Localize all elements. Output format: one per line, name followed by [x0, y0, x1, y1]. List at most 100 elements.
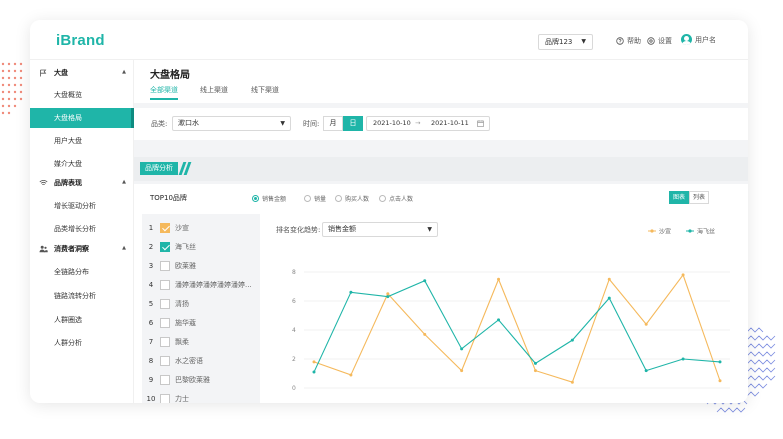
- data-point: [460, 369, 464, 373]
- sidebar-item-overview[interactable]: 大盘概览: [30, 85, 134, 105]
- sidebar-group-insight[interactable]: 消费者洞察 ▲: [30, 239, 134, 259]
- brand-list-item[interactable]: 2 海飞丝: [142, 237, 260, 256]
- legend-label: 沙宣: [659, 228, 671, 236]
- brand-checkbox[interactable]: [160, 260, 170, 271]
- brand-list-item[interactable]: 7 飘柔: [142, 332, 260, 351]
- data-point: [497, 318, 501, 322]
- data-point: [570, 338, 574, 342]
- help-button[interactable]: 帮助: [616, 36, 641, 46]
- brand-list-item[interactable]: 4 潘婷潘婷潘婷潘婷潘婷...: [142, 275, 260, 294]
- sidebar-item-growth-driver[interactable]: 增长驱动分析: [30, 196, 134, 216]
- data-point: [607, 277, 611, 281]
- brand-checkbox[interactable]: [160, 355, 170, 366]
- tab-online-channels[interactable]: 线上渠道: [200, 85, 228, 95]
- brand-select-value: 品牌123: [545, 38, 573, 46]
- metric-radio-clickers[interactable]: 点击人数: [379, 194, 413, 203]
- brand-list-item[interactable]: 3 欧莱雅: [142, 256, 260, 275]
- metric-label: 点击人数: [389, 196, 414, 203]
- date-end: 2021-10-11: [431, 119, 469, 127]
- time-label: 时间:: [303, 120, 320, 128]
- data-point: [718, 360, 722, 364]
- brand-name: 沙宣: [175, 223, 189, 232]
- brand-list-item[interactable]: 6 施华蔻: [142, 313, 260, 332]
- legend-marker: [688, 229, 692, 233]
- data-point: [312, 370, 316, 374]
- sidebar-item-full-link[interactable]: 全链路分布: [30, 262, 134, 282]
- brand-checkbox[interactable]: [160, 374, 170, 385]
- date-range-picker[interactable]: 2021-10-10 → 2021-10-11: [366, 116, 490, 131]
- brand-rank: 9: [148, 375, 154, 384]
- user-name: 用户名: [695, 35, 716, 44]
- active-tab-indicator: [150, 98, 178, 100]
- category-select-value: 漱口水: [178, 119, 199, 127]
- brand-list-item[interactable]: 10 力士: [142, 389, 260, 403]
- brand-name: 巴黎欧莱雅: [175, 375, 210, 384]
- brand-checkbox[interactable]: [160, 317, 170, 328]
- data-point: [644, 369, 648, 373]
- sidebar-group-dashboard[interactable]: 大盘 ▲: [30, 63, 134, 83]
- brand-checkbox[interactable]: [160, 393, 170, 403]
- sidebar: 大盘 ▲ 大盘概览 大盘格局 用户大盘 媒介大盘 品牌表现 ▲ 增长驱动分析 品…: [30, 60, 134, 403]
- sidebar-item-users[interactable]: 用户大盘: [30, 131, 134, 151]
- brand-name: 海飞丝: [175, 242, 196, 251]
- brand-checkbox[interactable]: [160, 222, 170, 233]
- sidebar-item-media[interactable]: 媒介大盘: [30, 154, 134, 174]
- tab-offline-channels[interactable]: 线下渠道: [251, 85, 279, 95]
- sidebar-item-crowd-select[interactable]: 人群圈选: [30, 310, 134, 330]
- view-chart-button[interactable]: 图表: [669, 191, 689, 204]
- metric-radio-buyers[interactable]: 购买人数: [335, 194, 369, 203]
- caret-up-icon: ▲: [122, 245, 126, 251]
- brand-list-item[interactable]: 9 巴黎欧莱雅: [142, 370, 260, 389]
- help-label: 帮助: [627, 37, 641, 45]
- sidebar-item-link-flow[interactable]: 链路流转分析: [30, 286, 134, 306]
- y-tick-label: 2: [292, 356, 296, 363]
- brand-list-item[interactable]: 1 沙宣: [142, 218, 260, 237]
- settings-button[interactable]: 设置: [647, 36, 672, 46]
- category-select[interactable]: 漱口水 ▼: [172, 116, 291, 131]
- brand-name: 欧莱雅: [175, 261, 196, 270]
- brand-checkbox[interactable]: [160, 298, 170, 309]
- legend-label: 海飞丝: [697, 228, 715, 236]
- wifi-icon: [39, 179, 49, 187]
- brand-list-item[interactable]: 8 水之密语: [142, 351, 260, 370]
- view-list-button[interactable]: 列表: [689, 191, 709, 204]
- metric-radio-volume[interactable]: 销量: [304, 194, 326, 203]
- sidebar-group-label: 消费者洞察: [54, 245, 89, 253]
- brand-checkbox[interactable]: [160, 241, 170, 252]
- radio-dot: [304, 195, 311, 202]
- date-arrow: →: [415, 119, 421, 127]
- data-point: [533, 369, 537, 373]
- metric-radio-sales-amount[interactable]: 销售金额: [252, 194, 286, 203]
- page-header: 大盘格局 全部渠道 线上渠道 线下渠道: [134, 60, 748, 103]
- granularity-day-button[interactable]: 日: [343, 116, 363, 131]
- data-point: [718, 379, 722, 383]
- filter-row: 品类: 漱口水 ▼ 时间: 月 日 2021-10-10 → 2021-10-1…: [134, 108, 748, 140]
- data-point: [386, 292, 390, 296]
- user-menu[interactable]: 用户名: [681, 34, 716, 45]
- brand-list: 1 沙宣 2 海飞丝 3 欧莱雅 4 潘婷潘婷潘婷潘婷潘婷... 5 清扬 6 施华蔻 7 飘柔 8 水之密语…: [142, 214, 260, 403]
- brand-name: 水之密语: [175, 356, 203, 365]
- caret-down-icon: ▼: [280, 120, 285, 127]
- brand-checkbox[interactable]: [160, 279, 170, 290]
- brand-select[interactable]: 品牌123 ▼: [538, 34, 593, 50]
- radio-dot: [252, 195, 259, 202]
- page-title: 大盘格局: [150, 70, 190, 81]
- brand-checkbox[interactable]: [160, 336, 170, 347]
- sidebar-item-crowd-analysis[interactable]: 人群分析: [30, 333, 134, 353]
- sidebar-item-landscape[interactable]: 大盘格局: [30, 108, 134, 128]
- brand-rank: 2: [148, 242, 154, 251]
- brand-list-item[interactable]: 5 清扬: [142, 294, 260, 313]
- settings-label: 设置: [658, 37, 672, 45]
- sidebar-item-category-growth[interactable]: 品类增长分析: [30, 219, 134, 239]
- sidebar-group-brand[interactable]: 品牌表现 ▲: [30, 173, 134, 193]
- gear-icon: [647, 37, 655, 45]
- data-point: [349, 290, 353, 294]
- users-icon: [39, 245, 49, 253]
- data-point: [460, 347, 464, 351]
- tab-all-channels[interactable]: 全部渠道: [150, 85, 178, 95]
- app-logo: iBrand: [56, 32, 105, 49]
- granularity-month-button[interactable]: 月: [323, 116, 343, 131]
- y-tick-label: 0: [292, 385, 296, 392]
- brand-analysis-panel: TOP10品牌 销售金额 销量 购买人数 点击人数 图表 列表 1 沙宣 2 海飞丝 3…: [134, 184, 748, 403]
- brand-rank: 5: [148, 299, 154, 308]
